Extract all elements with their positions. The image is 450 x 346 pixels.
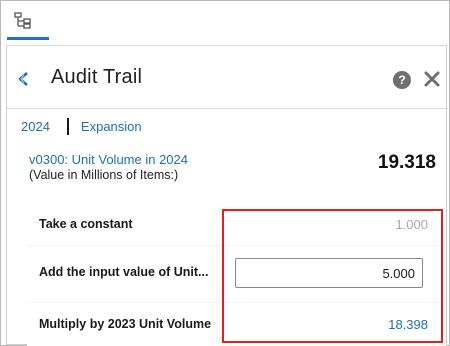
- header-divider: [7, 108, 446, 109]
- unit-input-field[interactable]: [235, 258, 423, 288]
- metric-name-link[interactable]: v0300: Unit Volume in 2024: [29, 152, 188, 167]
- breadcrumb-scenario[interactable]: Expansion: [81, 119, 142, 134]
- step-value-link[interactable]: 18.398: [388, 317, 428, 332]
- step-label: Add the input value of Unit...: [39, 265, 209, 279]
- chevron-left-icon[interactable]: [15, 71, 31, 87]
- page-title: Audit Trail: [51, 66, 143, 88]
- breadcrumb-separator: [66, 118, 69, 135]
- tab-bar: [2, 2, 449, 42]
- step-row: Multiply by 2023 Unit Volume 18.398: [27, 303, 446, 346]
- hierarchy-icon[interactable]: [13, 11, 35, 31]
- step-label: Take a constant: [39, 217, 133, 231]
- breadcrumb: 2024 Expansion: [21, 118, 142, 135]
- help-icon[interactable]: ?: [393, 71, 411, 89]
- step-row: Take a constant 1.000: [27, 204, 446, 245]
- step-row: Add the input value of Unit...: [27, 246, 446, 302]
- step-label: Multiply by 2023 Unit Volume: [39, 317, 212, 331]
- audit-trail-panel: Audit Trail ? 2024 Expansion v0300: Unit…: [6, 45, 447, 346]
- step-value: 1.000: [395, 217, 428, 232]
- breadcrumb-year[interactable]: 2024: [21, 119, 50, 134]
- window-frame: Audit Trail ? 2024 Expansion v0300: Unit…: [0, 0, 450, 346]
- metric-unit-description: (Value in Millions of Items:): [29, 168, 179, 182]
- active-tab-indicator: [7, 37, 49, 40]
- metric-value: 19.318: [377, 152, 436, 173]
- panel-header: Audit Trail ?: [7, 46, 446, 108]
- close-icon[interactable]: [422, 69, 442, 89]
- calculation-steps: Take a constant 1.000 Add the input valu…: [27, 204, 446, 346]
